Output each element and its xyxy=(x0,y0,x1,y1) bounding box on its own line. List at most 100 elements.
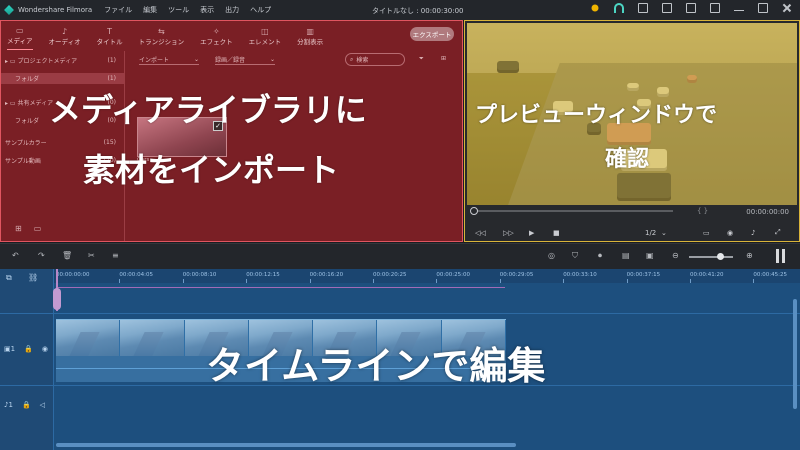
eye-icon[interactable]: ◉ xyxy=(42,345,48,353)
menu-help[interactable]: ヘルプ xyxy=(250,5,271,15)
playhead-handle[interactable] xyxy=(53,288,61,310)
download-icon[interactable] xyxy=(710,3,720,13)
cut-icon[interactable]: ✂ xyxy=(88,251,95,260)
lightbulb-icon[interactable] xyxy=(591,4,599,12)
timeline-horizontal-scrollbar[interactable] xyxy=(56,443,516,447)
fullscreen-icon[interactable]: ⤢ xyxy=(775,228,781,237)
speaker-icon[interactable]: ◁ xyxy=(40,401,45,409)
media-toolbar: インポート ⌄ 録画／録音 ⌄ ⌕ 検索 ⏷ ⊞ xyxy=(129,53,459,67)
ruler-tick xyxy=(119,279,121,283)
volume-icon[interactable]: ♪ xyxy=(751,229,755,237)
menu-edit[interactable]: 編集 xyxy=(143,5,157,15)
ruler-time-label: 00:00:00:00 xyxy=(56,272,90,278)
filmora-logo-icon xyxy=(4,5,14,15)
undo-icon[interactable]: ↶ xyxy=(12,251,19,260)
tab-media[interactable]: ▭ メディア xyxy=(7,26,33,50)
link-icon[interactable]: ⛓ xyxy=(28,273,38,282)
record-label: 録画／録音 xyxy=(215,57,246,64)
marker-icon[interactable]: ⛉ xyxy=(572,251,578,261)
zoom-in-icon[interactable]: ⊕ xyxy=(746,251,753,260)
step-back-icon[interactable]: ◁◁ xyxy=(475,229,486,237)
tab-effect[interactable]: ✧ エフェクト xyxy=(200,27,233,50)
stop-icon[interactable]: ■ xyxy=(553,229,560,237)
video-track-icon: ▣1 xyxy=(4,345,16,353)
sidebar-item-label: サンプルカラー xyxy=(5,140,47,147)
sidebar-item-label: ▸ ▭ 共有メディア xyxy=(5,100,54,107)
tab-split-screen[interactable]: ▥ 分割表示 xyxy=(297,27,323,50)
tab-element[interactable]: ◫ エレメント xyxy=(249,27,282,50)
preview-controls: ◁◁ ▷▷ ▶ ■ 1/2 ⌄ ▭ ◉ ♪ ⤢ xyxy=(465,224,799,241)
overlay-caption-preview-line1: プレビューウィンドウで xyxy=(475,103,718,128)
voiceover-icon[interactable]: ▤ xyxy=(622,251,630,260)
delete-icon[interactable]: 🗑 xyxy=(62,251,72,260)
transition-icon: ⇆ xyxy=(157,27,165,36)
ruler-tick xyxy=(246,279,248,283)
chevron-down-icon[interactable]: ⌄ xyxy=(661,229,667,237)
menu-view[interactable]: 表示 xyxy=(200,5,214,15)
close-icon[interactable] xyxy=(782,3,792,13)
preview-video: プレビューウィンドウで 確認 xyxy=(467,23,797,205)
display-icon[interactable]: ▭ xyxy=(703,229,710,237)
tab-transition[interactable]: ⇆ トランジション xyxy=(139,27,185,50)
sidebar-item-folder[interactable]: フォルダ (1) xyxy=(1,73,124,84)
redo-icon[interactable]: ↷ xyxy=(38,251,45,260)
menu-file[interactable]: ファイル xyxy=(104,5,132,15)
frame-play-icon[interactable]: ▷▷ xyxy=(503,229,514,237)
audio-track-header: ♪1 🔒 ◁ xyxy=(4,401,45,409)
adjust-icon[interactable]: ≡ xyxy=(112,251,119,260)
timeline-vertical-scrollbar[interactable] xyxy=(793,299,797,409)
delete-folder-icon[interactable]: ▭ xyxy=(34,224,42,233)
restore-icon[interactable] xyxy=(758,3,768,13)
import-dropdown[interactable]: インポート ⌄ xyxy=(139,55,199,65)
new-folder-icon[interactable]: ⊞ xyxy=(15,224,22,233)
ruler-time-label: 00:00:16:20 xyxy=(309,272,344,278)
menu-tools[interactable]: ツール xyxy=(168,5,189,15)
search-placeholder: 検索 xyxy=(356,57,369,64)
ruler-tick xyxy=(182,279,184,283)
mail-icon[interactable] xyxy=(686,3,696,13)
play-icon[interactable]: ▶ xyxy=(529,229,534,237)
tab-title[interactable]: T タイトル xyxy=(97,27,123,50)
preview-ratio-select[interactable]: 1/2 xyxy=(645,229,656,237)
render-icon[interactable]: ◎ xyxy=(548,251,555,260)
export-button[interactable]: エクスポート xyxy=(410,27,454,41)
preview-scrubber[interactable] xyxy=(470,207,673,215)
timeline-toolbar: ↶ ↷ 🗑 ✂ ≡ ◎ ⛉ ⏺ ▤ ▣ ⊖ ⊕ xyxy=(0,243,800,269)
tab-audio[interactable]: ♪ オーディオ xyxy=(49,27,81,50)
minimize-icon[interactable] xyxy=(734,5,744,11)
window-controls xyxy=(590,3,792,13)
zoom-slider[interactable] xyxy=(689,253,733,260)
snapshot-icon[interactable]: ▣ xyxy=(646,251,654,260)
ruler-tick xyxy=(309,279,311,283)
media-tab-icon: ▭ xyxy=(15,26,24,35)
timeline-ruler[interactable]: 00:00:00:00 00:00:04:05 00:00:08:10 00:00:1… xyxy=(54,269,800,283)
save-icon[interactable] xyxy=(662,3,672,13)
account-icon[interactable] xyxy=(638,3,648,13)
lock-icon[interactable]: 🔒 xyxy=(22,401,31,409)
tab-label: 分割表示 xyxy=(297,38,324,46)
lock-icon[interactable]: 🔒 xyxy=(24,345,33,353)
grid-view-icon[interactable]: ⊞ xyxy=(441,55,446,62)
tab-label: エフェクト xyxy=(200,38,233,46)
sidebar-item-project-media[interactable]: ▸ ▭ プロジェクトメディア (1) xyxy=(5,55,116,66)
overlay-caption-media-line2: 素材をインポート xyxy=(83,151,340,189)
ruler-time-label: 00:00:29:05 xyxy=(499,272,534,278)
zoom-slider-handle[interactable] xyxy=(717,253,724,260)
filter-icon[interactable]: ⏷ xyxy=(419,55,424,63)
headset-icon[interactable] xyxy=(614,3,624,13)
record-dropdown[interactable]: 録画／録音 ⌄ xyxy=(215,55,275,65)
pause-icon[interactable] xyxy=(776,249,785,263)
project-title: タイトルなし : 00:00:30:00 xyxy=(372,7,464,15)
app-name: Wondershare Filmora xyxy=(18,6,93,14)
ruler-time-label: 00:00:08:10 xyxy=(182,272,217,278)
zoom-out-icon[interactable]: ⊖ xyxy=(672,251,679,260)
scrubber-handle[interactable] xyxy=(470,207,478,215)
mark-in-out[interactable]: { } xyxy=(697,207,708,215)
music-note-icon: ♪ xyxy=(62,27,68,36)
add-track-icon[interactable]: ⧉ xyxy=(6,273,12,283)
snapshot-icon[interactable]: ◉ xyxy=(727,229,733,237)
menu-export[interactable]: 出力 xyxy=(225,5,239,15)
preview-panel: プレビューウィンドウで 確認 { } 00:00:00:00 ◁◁ ▷▷ ▶ ■… xyxy=(464,20,800,242)
microphone-icon[interactable]: ⏺ xyxy=(598,251,602,261)
search-input[interactable]: ⌕ 検索 xyxy=(345,53,405,66)
